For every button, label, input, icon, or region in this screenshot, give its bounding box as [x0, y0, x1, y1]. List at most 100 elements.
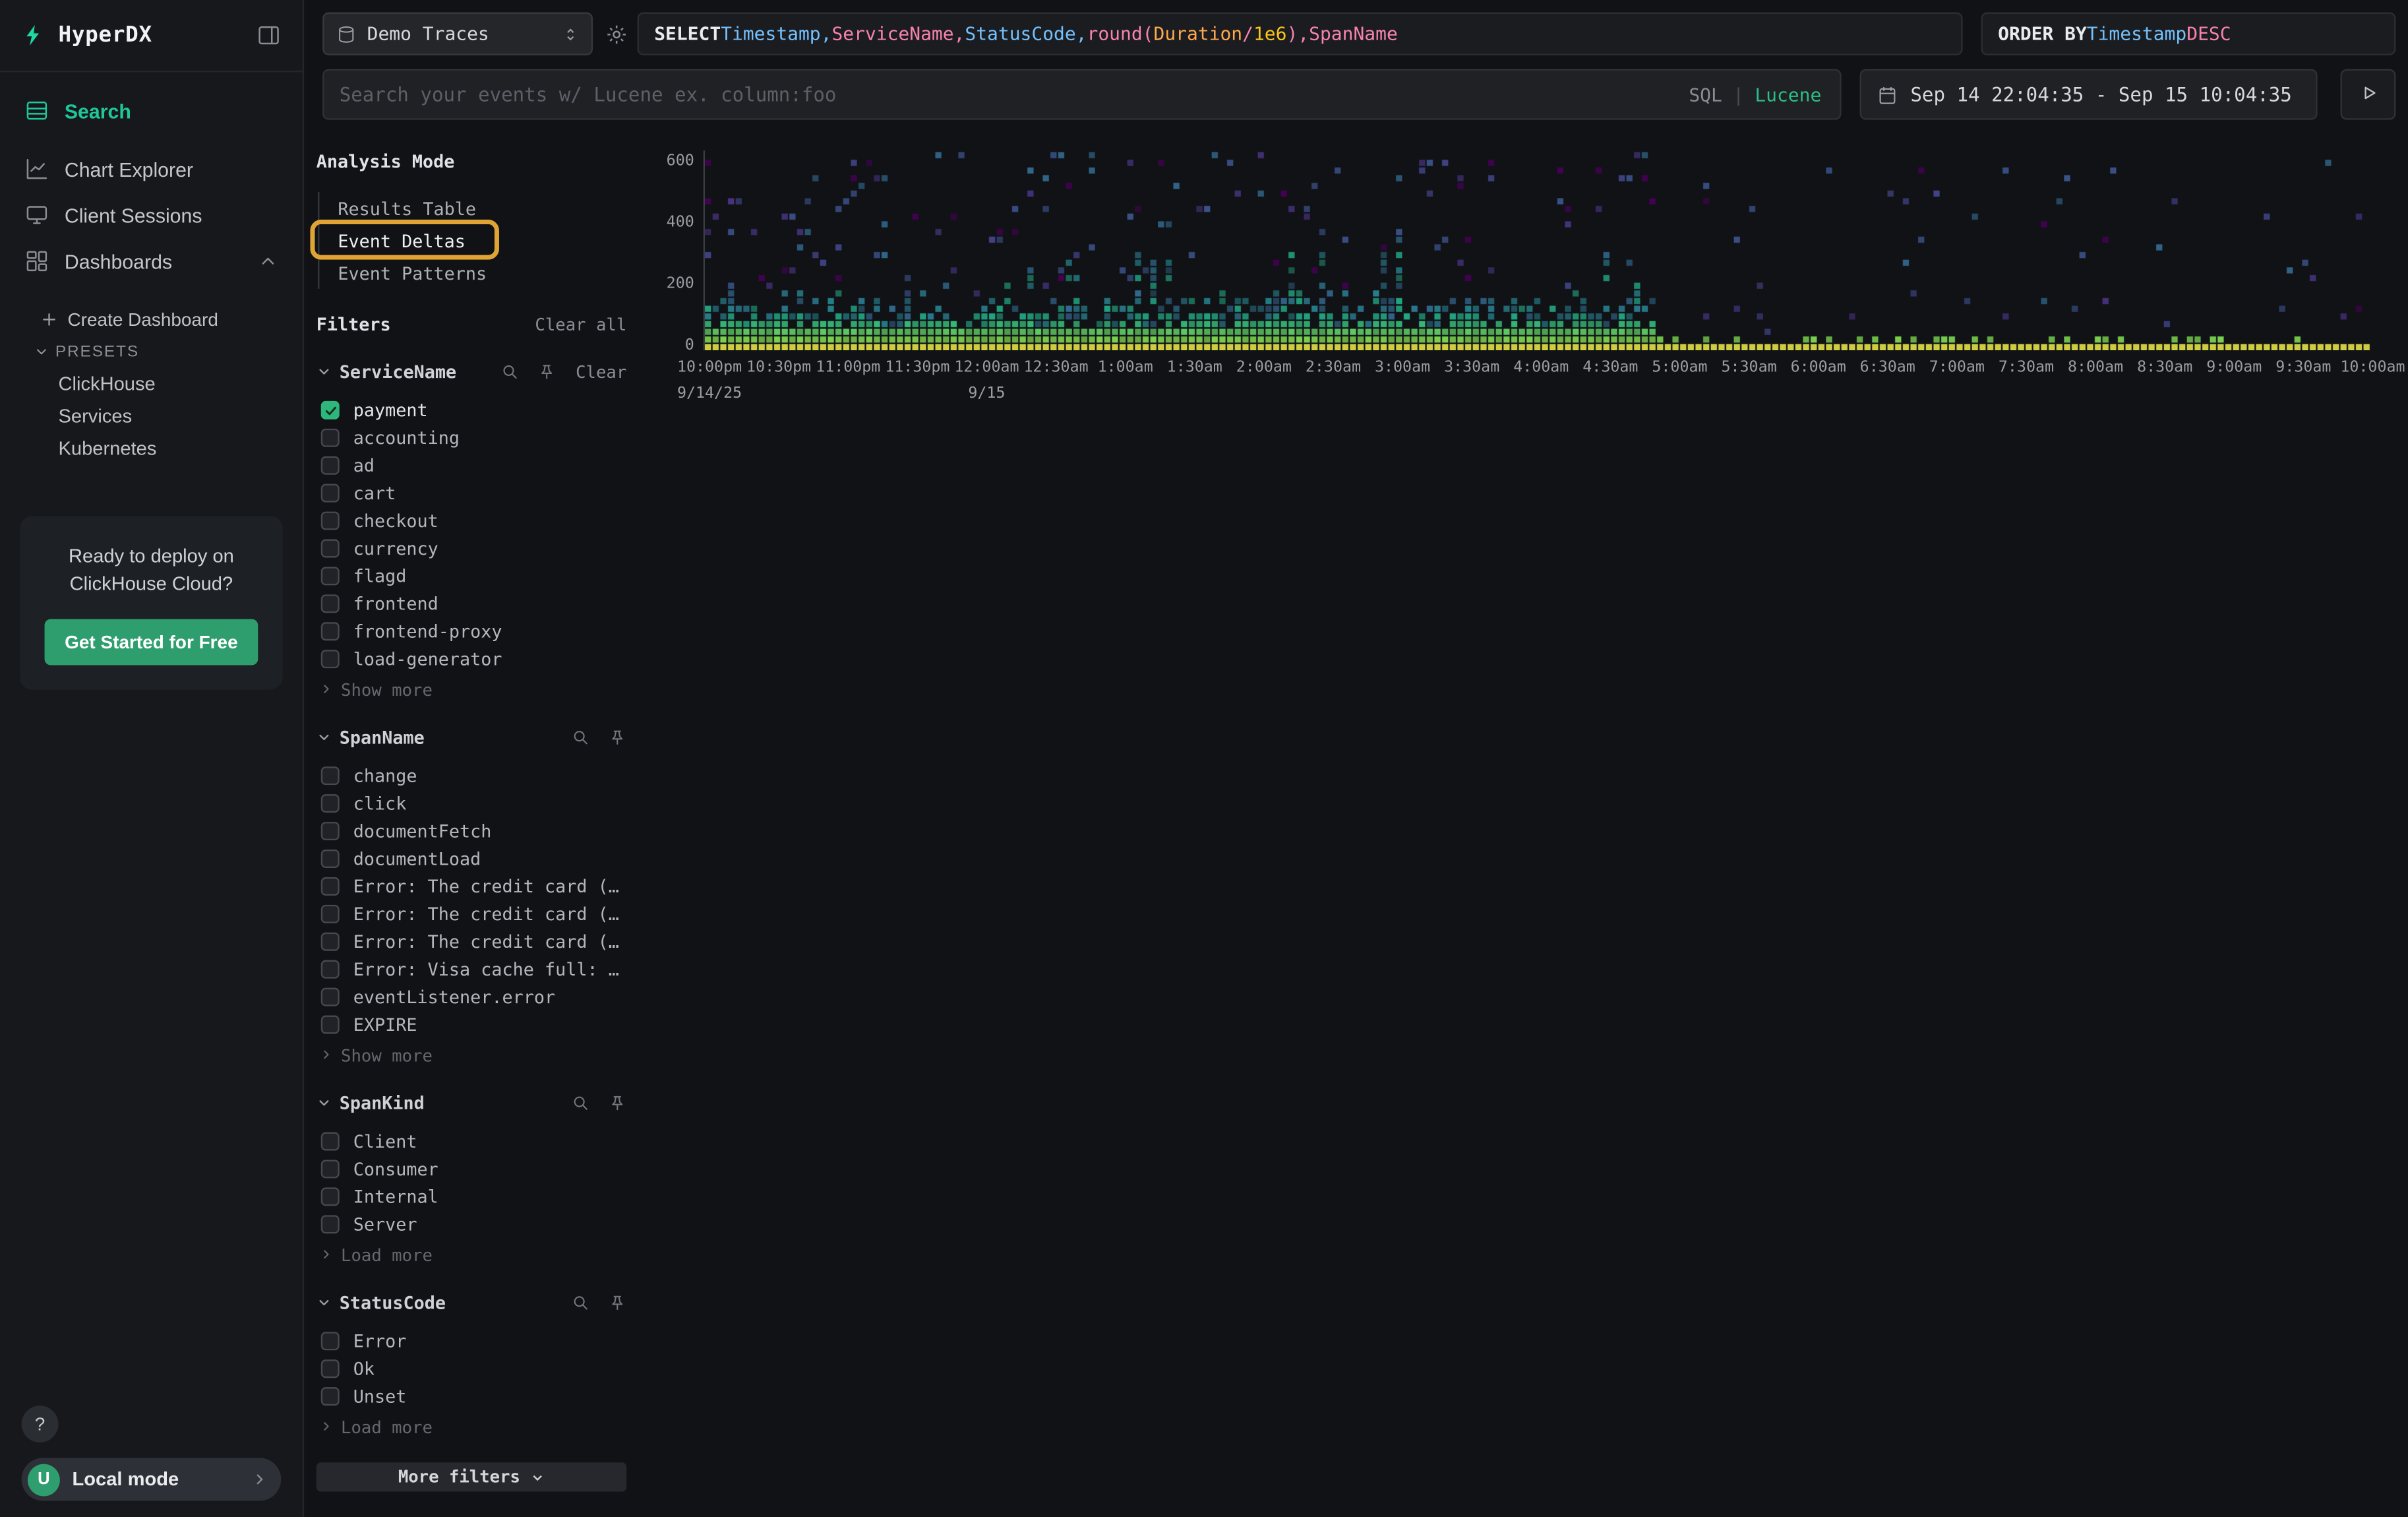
order-by-editor[interactable]: ORDER BY Timestamp DESC	[1981, 13, 2396, 55]
clear-all-filters-link[interactable]: Clear all	[535, 314, 626, 334]
filter-option-spanname[interactable]: Error: The credit card (…	[316, 873, 626, 900]
filter-option-servicename[interactable]: checkout	[316, 507, 626, 535]
checkbox[interactable]	[321, 622, 340, 640]
search-input[interactable]	[340, 83, 1677, 106]
filter-option-spanname[interactable]: EXPIRE	[316, 1011, 626, 1039]
pin-icon[interactable]	[537, 363, 556, 381]
checkbox[interactable]	[321, 766, 340, 785]
facet-header-statuscode[interactable]: StatusCode	[316, 1292, 626, 1314]
sidebar-subitem-create-dashboard[interactable]: Create Dashboard	[0, 303, 303, 335]
analysis-option-results-table[interactable]: Results Table	[319, 192, 626, 224]
facet-header-servicename[interactable]: ServiceNameClear	[316, 361, 626, 383]
checkbox[interactable]	[321, 484, 340, 503]
checkbox[interactable]	[321, 1016, 340, 1034]
checkbox[interactable]	[321, 429, 340, 447]
facet-more-link[interactable]: Show more	[319, 681, 626, 700]
pin-icon[interactable]	[608, 728, 626, 747]
sidebar-item-client-sessions[interactable]: Client Sessions	[0, 192, 303, 238]
mode-lucene[interactable]: Lucene	[1755, 84, 1821, 106]
source-select[interactable]: Demo Traces	[322, 13, 593, 55]
filter-option-servicename[interactable]: frontend	[316, 590, 626, 617]
filter-option-servicename[interactable]: load-generator	[316, 645, 626, 673]
filter-option-servicename[interactable]: payment	[316, 396, 626, 424]
filter-option-spanname[interactable]: Error: The credit card (…	[316, 900, 626, 928]
facet-search-icon[interactable]	[571, 728, 589, 747]
facet-more-link[interactable]: Load more	[319, 1418, 626, 1438]
filter-option-spanname[interactable]: change	[316, 762, 626, 789]
sidebar-subitem-presets[interactable]: PRESETS	[0, 335, 303, 367]
filter-option-servicename[interactable]: frontend-proxy	[316, 617, 626, 645]
user-menu[interactable]: U Local mode	[22, 1458, 282, 1501]
facet-more-link[interactable]: Load more	[319, 1246, 626, 1266]
pin-icon[interactable]	[608, 1094, 626, 1112]
gear-icon[interactable]	[605, 22, 628, 46]
more-filters-button[interactable]: More filters	[316, 1462, 626, 1491]
analysis-option-event-patterns[interactable]: Event Patterns	[319, 257, 626, 289]
filter-option-servicename[interactable]: accounting	[316, 424, 626, 452]
filter-option-spanname[interactable]: Error: The credit card (…	[316, 928, 626, 956]
get-started-button[interactable]: Get Started for Free	[45, 619, 258, 666]
sql-query-editor[interactable]: SELECT Timestamp, ServiceName, StatusCod…	[638, 13, 1963, 55]
date-range-picker[interactable]: Sep 14 22:04:35 - Sep 15 10:04:35	[1860, 69, 2318, 120]
checkbox[interactable]	[321, 1359, 340, 1378]
filter-option-servicename[interactable]: flagd	[316, 562, 626, 590]
filter-option-spankind[interactable]: Server	[316, 1210, 626, 1238]
checkbox[interactable]	[321, 933, 340, 951]
checkbox[interactable]	[321, 905, 340, 923]
filter-option-statuscode[interactable]: Error	[316, 1327, 626, 1355]
sidebar-subitem-kubernetes[interactable]: Kubernetes	[0, 431, 303, 464]
filter-option-spanname[interactable]: eventListener.error	[316, 983, 626, 1011]
checkbox[interactable]	[321, 850, 340, 868]
checkbox[interactable]	[321, 1160, 340, 1178]
checkbox[interactable]	[321, 456, 340, 475]
filter-option-spankind[interactable]: Consumer	[316, 1155, 626, 1183]
checkbox[interactable]	[321, 401, 340, 419]
facet-clear-link[interactable]: Clear	[576, 362, 626, 382]
sidebar-item-search[interactable]: Search	[0, 88, 303, 134]
sidebar-subitem-services[interactable]: Services	[0, 400, 303, 432]
checkbox[interactable]	[321, 650, 340, 668]
sidebar-collapse-icon[interactable]	[256, 23, 281, 47]
filter-option-servicename[interactable]: currency	[316, 535, 626, 563]
sidebar-subitem-clickhouse[interactable]: ClickHouse	[0, 367, 303, 400]
filter-option-statuscode[interactable]: Ok	[316, 1355, 626, 1382]
checkbox[interactable]	[321, 594, 340, 613]
filter-option-statuscode[interactable]: Unset	[316, 1382, 626, 1410]
mode-sql[interactable]: SQL	[1689, 84, 1722, 106]
checkbox[interactable]	[321, 960, 340, 979]
facet-header-spankind[interactable]: SpanKind	[316, 1092, 626, 1114]
checkbox[interactable]	[321, 540, 340, 558]
checkbox[interactable]	[321, 512, 340, 530]
analysis-option-event-deltas[interactable]: Event Deltas	[319, 224, 626, 257]
checkbox[interactable]	[321, 1132, 340, 1151]
checkbox[interactable]	[321, 988, 340, 1006]
help-button[interactable]: ?	[22, 1406, 59, 1442]
facet-header-spanname[interactable]: SpanName	[316, 727, 626, 749]
heatmap-plot[interactable]	[704, 150, 2373, 350]
checkbox[interactable]	[321, 1187, 340, 1206]
pin-icon[interactable]	[608, 1293, 626, 1312]
checkbox[interactable]	[321, 1215, 340, 1233]
checkbox[interactable]	[321, 794, 340, 813]
sidebar-item-chart-explorer[interactable]: Chart Explorer	[0, 146, 303, 192]
checkbox[interactable]	[321, 822, 340, 840]
checkbox[interactable]	[321, 877, 340, 896]
filter-option-spankind[interactable]: Internal	[316, 1183, 626, 1210]
filter-option-spanname[interactable]: documentLoad	[316, 845, 626, 873]
checkbox[interactable]	[321, 567, 340, 585]
filter-option-servicename[interactable]: cart	[316, 480, 626, 507]
facet-search-icon[interactable]	[500, 363, 519, 381]
checkbox[interactable]	[321, 1332, 340, 1350]
facet-more-link[interactable]: Show more	[319, 1046, 626, 1066]
facet-search-icon[interactable]	[571, 1094, 589, 1112]
facet-search-icon[interactable]	[571, 1293, 589, 1312]
sidebar-item-dashboards[interactable]: Dashboards	[0, 238, 303, 284]
checkbox[interactable]	[321, 1387, 340, 1406]
run-query-button[interactable]	[2341, 69, 2396, 120]
filter-option-servicename[interactable]: ad	[316, 452, 626, 480]
filter-option-spankind[interactable]: Client	[316, 1128, 626, 1156]
filter-option-spanname[interactable]: documentFetch	[316, 817, 626, 845]
heatmap-canvas[interactable]	[705, 150, 2372, 350]
filter-option-spanname[interactable]: Error: Visa cache full: …	[316, 956, 626, 983]
filter-option-spanname[interactable]: click	[316, 789, 626, 817]
